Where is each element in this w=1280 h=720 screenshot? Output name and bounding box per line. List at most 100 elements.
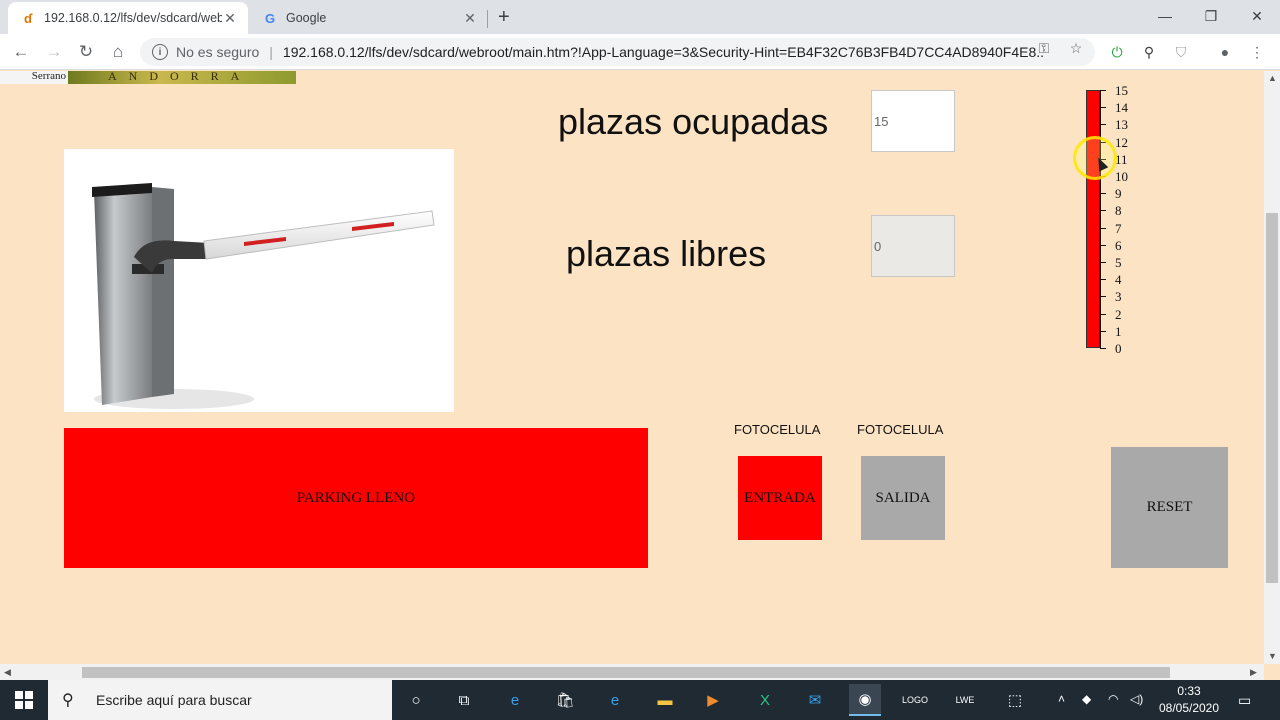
entry-photocell-caption: FOTOCELULA (734, 422, 821, 437)
webpage: Serrano ANDORRA plazas ocupadas 15 plaza… (0, 71, 1264, 664)
dropbox-icon[interactable]: ◆ (1082, 692, 1091, 706)
tab-router[interactable]: ɗ 192.168.0.12/lfs/dev/sdcard/web ✕ (8, 2, 248, 34)
exit-label: SALIDA (875, 489, 931, 506)
close-tab-icon[interactable]: ✕ (222, 10, 238, 27)
gauge-tick (1100, 313, 1106, 315)
search-placeholder: Escribe aquí para buscar (96, 692, 252, 708)
reset-label: RESET (1146, 499, 1193, 515)
windows-taskbar: ⚲ Escribe aquí para buscar ○ ⧉ e 🛍 e ▬ ▶… (0, 680, 1280, 720)
gauge-tick (1100, 244, 1106, 246)
gauge-tick (1100, 210, 1106, 212)
barrier-image (64, 149, 454, 412)
vertical-scroll-thumb[interactable] (1266, 213, 1278, 583)
gauge-tick (1100, 193, 1106, 195)
windows-logo-icon (15, 691, 33, 709)
taskbar-search[interactable]: ⚲ Escribe aquí para buscar (48, 680, 392, 720)
gauge-tick-label: 7 (1115, 220, 1122, 236)
gauge-tick-label: 1 (1115, 323, 1122, 339)
forward-button[interactable]: → (42, 40, 66, 64)
star-icon[interactable]: ☆ (1066, 38, 1086, 58)
parking-status-block: PARKING LLENO (64, 428, 648, 568)
free-label: plazas libres (566, 233, 767, 274)
logo-right-text: ANDORRA (68, 71, 296, 84)
gauge-tick (1100, 107, 1106, 109)
gauge-tick-label: 0 (1115, 341, 1122, 356)
close-tab-icon[interactable]: ✕ (462, 10, 478, 27)
gauge-tick-label: 15 (1115, 83, 1128, 98)
exit-photocell-button[interactable]: SALIDA (861, 456, 945, 540)
gauge-tick-label: 9 (1115, 186, 1122, 202)
tab-title: Google (286, 11, 327, 25)
gauge-tick (1100, 279, 1106, 281)
gauge-tick-label: 12 (1115, 134, 1128, 150)
close-window-button[interactable]: ✕ (1234, 0, 1280, 32)
reload-button[interactable]: ↻ (74, 40, 98, 64)
back-button[interactable]: ← (9, 40, 33, 64)
wifi-icon[interactable]: ◠ (1108, 692, 1118, 706)
start-button[interactable] (0, 680, 48, 720)
gauge-tick (1100, 227, 1106, 229)
scroll-left-icon[interactable]: ◀ (4, 667, 11, 678)
occupied-value-field: 15 (871, 90, 955, 152)
logo-soft-icon[interactable]: LOGO (899, 684, 931, 716)
scroll-up-icon[interactable]: ▲ (1268, 73, 1277, 83)
home-button[interactable]: ⌂ (106, 40, 130, 64)
volume-icon[interactable]: ◁) (1130, 692, 1143, 706)
gauge-tick-label: 6 (1115, 237, 1122, 253)
key-icon[interactable]: ⚿ (1034, 38, 1054, 58)
parking-status-text: PARKING LLENO (296, 489, 416, 506)
gauge-tick-label: 10 (1115, 169, 1128, 184)
clock-date: 08/05/2020 (1158, 701, 1220, 715)
internet-explorer-icon[interactable]: e (499, 684, 531, 716)
media-player-icon[interactable]: ▶ (697, 684, 729, 716)
snipping-tool-icon[interactable]: ⬚ (999, 684, 1031, 716)
gauge-tick (1100, 90, 1106, 91)
scroll-down-icon[interactable]: ▼ (1268, 651, 1277, 661)
gauge-tick-label: 8 (1115, 203, 1122, 219)
lwe-icon[interactable]: LWE (949, 684, 981, 716)
url-text[interactable]: 192.168.0.12/lfs/dev/sdcard/webroot/main… (283, 44, 1043, 60)
restore-button[interactable]: ❐ (1188, 0, 1234, 32)
new-tab-button[interactable]: + (498, 6, 510, 29)
free-value-field: 0 (871, 215, 955, 277)
profile-icon[interactable]: ● (1214, 41, 1236, 63)
entry-label: ENTRADA (744, 489, 816, 506)
gauge-tick-label: 2 (1115, 306, 1122, 322)
gauge-tick-label: 5 (1115, 255, 1122, 270)
power-extension-icon[interactable]: ⏻ (1106, 41, 1128, 63)
horizontal-scroll-thumb[interactable] (82, 667, 1170, 678)
occupancy-gauge-bar (1086, 90, 1100, 348)
file-explorer-icon[interactable]: ▬ (649, 684, 681, 716)
clock[interactable]: 0:33 08/05/2020 (1154, 683, 1224, 717)
occupied-label: plazas ocupadas (558, 101, 829, 142)
shield-extension-icon[interactable]: ⛉ (1170, 41, 1192, 63)
store-icon[interactable]: 🛍 (549, 684, 581, 716)
security-label: No es seguro (176, 44, 260, 60)
cortana-icon[interactable]: ○ (400, 684, 432, 716)
logo-left-text: Serrano (0, 71, 68, 84)
gauge-tick (1100, 348, 1106, 349)
edge-icon[interactable]: e (599, 684, 631, 716)
tray-expand-icon[interactable]: ˄ (1058, 692, 1065, 706)
scroll-right-icon[interactable]: ▶ (1250, 667, 1257, 678)
mail-icon[interactable]: ✉ (799, 684, 831, 716)
reset-button[interactable]: RESET (1111, 447, 1228, 568)
entry-photocell-button[interactable]: ENTRADA (738, 456, 822, 540)
tab-google[interactable]: G Google ✕ (250, 2, 488, 34)
task-view-icon[interactable]: ⧉ (448, 684, 480, 716)
gauge-tick-label: 14 (1115, 100, 1128, 116)
minimize-button[interactable]: — (1142, 0, 1188, 32)
chrome-icon[interactable]: ◉ (849, 684, 881, 716)
menu-icon[interactable]: ⋮ (1246, 41, 1268, 63)
gauge-tick (1100, 296, 1106, 298)
info-icon[interactable]: i (152, 44, 168, 60)
excel-icon[interactable]: X (749, 684, 781, 716)
separator: | (269, 44, 273, 60)
address-bar[interactable]: i No es seguro | 192.168.0.12/lfs/dev/sd… (140, 38, 1095, 66)
gauge-tick-label: 13 (1115, 117, 1128, 133)
notifications-icon[interactable]: ▭ (1238, 692, 1251, 709)
exit-photocell-caption: FOTOCELULA (857, 422, 944, 437)
gauge-axis (1100, 90, 1101, 348)
pin-extension-icon[interactable]: ⚲ (1138, 41, 1160, 63)
barrier-illustration (92, 183, 435, 409)
